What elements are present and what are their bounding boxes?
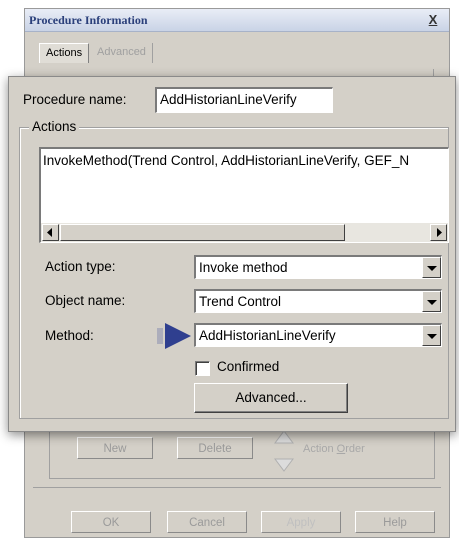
help-button[interactable]: Help <box>355 511 435 533</box>
chevron-down-icon[interactable] <box>422 325 441 346</box>
title-bar: Procedure Information X <box>25 9 449 32</box>
advanced-button[interactable]: Advanced... <box>194 383 348 413</box>
scroll-right-icon <box>437 228 442 237</box>
procedure-name-input[interactable]: AddHistorianLineVerify <box>155 87 333 113</box>
method-label: Method: <box>45 328 94 343</box>
tab-advanced[interactable]: Advanced <box>91 43 153 63</box>
action-order-arrows-icon[interactable] <box>273 429 295 473</box>
chevron-down-icon[interactable] <box>422 291 441 312</box>
action-type-value: Invoke method <box>199 260 288 275</box>
action-order-accel: O <box>336 443 346 455</box>
new-button[interactable]: New <box>77 437 153 459</box>
scroll-left-icon <box>47 228 52 237</box>
object-name-value: Trend Control <box>199 294 282 309</box>
actions-listbox[interactable]: InvokeMethod(Trend Control, AddHistorian… <box>39 147 449 243</box>
close-button[interactable]: X <box>425 12 441 27</box>
action-order-suffix: rder <box>345 443 365 455</box>
scroll-left-button[interactable] <box>42 224 59 241</box>
horizontal-scrollbar[interactable] <box>41 223 448 242</box>
action-type-label: Action type: <box>45 259 116 274</box>
confirmed-checkbox[interactable] <box>195 361 210 376</box>
object-name-select[interactable]: Trend Control <box>194 289 442 313</box>
procedure-name-value: AddHistorianLineVerify <box>160 92 297 107</box>
window-title: Procedure Information <box>29 13 148 27</box>
cancel-button[interactable]: Cancel <box>167 511 247 533</box>
divider <box>33 487 441 488</box>
scroll-thumb[interactable] <box>60 224 345 241</box>
zoomed-actions-panel: Procedure name: AddHistorianLineVerify A… <box>8 76 456 432</box>
ok-button[interactable]: OK <box>71 511 151 533</box>
action-type-select[interactable]: Invoke method <box>194 255 442 279</box>
apply-button[interactable]: Apply <box>261 511 341 533</box>
actions-group-label: Actions <box>29 119 80 134</box>
confirmed-label: Confirmed <box>217 359 280 374</box>
scroll-right-button[interactable] <box>430 224 447 241</box>
action-order-prefix: Action <box>303 443 337 455</box>
pointer-arrow-icon <box>157 323 191 349</box>
delete-button[interactable]: Delete <box>177 437 253 459</box>
action-order-label: Action Order <box>303 443 365 455</box>
tab-actions[interactable]: Actions <box>39 43 90 63</box>
actions-list-item[interactable]: InvokeMethod(Trend Control, AddHistorian… <box>43 153 409 168</box>
method-select[interactable]: AddHistorianLineVerify <box>194 323 442 347</box>
chevron-down-icon[interactable] <box>422 257 441 278</box>
object-name-label: Object name: <box>45 293 126 308</box>
method-value: AddHistorianLineVerify <box>199 328 336 343</box>
procedure-name-label: Procedure name: <box>23 92 127 107</box>
